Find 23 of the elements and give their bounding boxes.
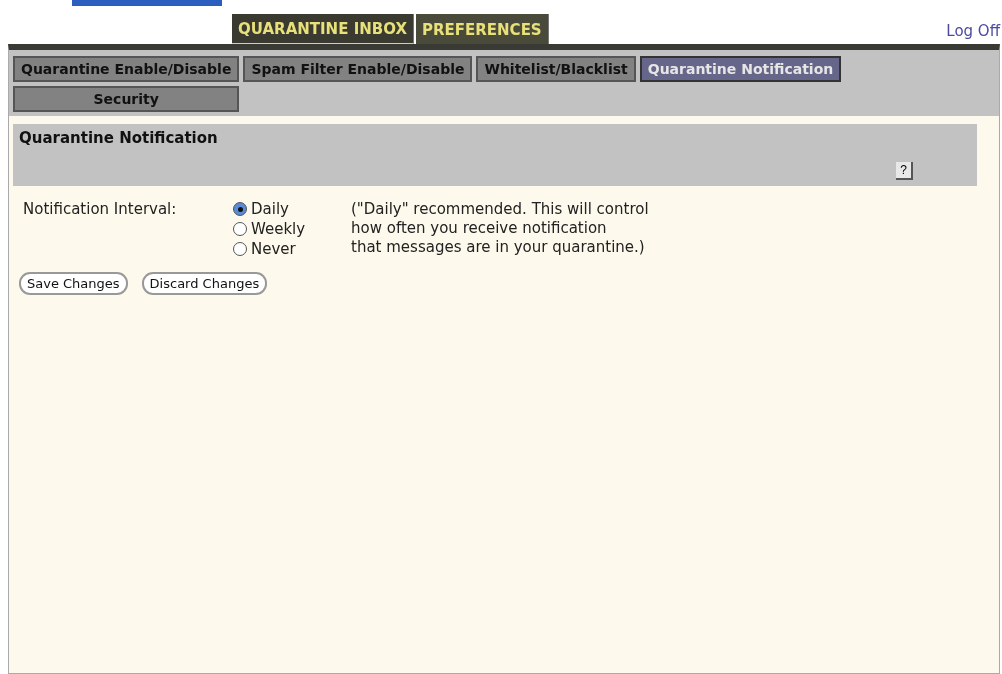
option-label: Weekly xyxy=(251,220,306,238)
radio-button[interactable] xyxy=(233,202,247,216)
hint-text: ("Daily" recommended. This will control how often you receive notification that messages are in your quarantine.) xyxy=(351,200,649,258)
field-label: Notification Interval: xyxy=(23,200,178,220)
radio-option[interactable]: Weekly xyxy=(233,220,351,238)
log-off-link[interactable]: Log Off xyxy=(946,22,1000,40)
option-label: Daily xyxy=(251,200,289,218)
settings-tab[interactable]: Quarantine Notification xyxy=(639,56,842,82)
action-button[interactable]: Discard Changes xyxy=(141,272,268,295)
action-button[interactable]: Save Changes xyxy=(19,272,128,295)
radio-button[interactable] xyxy=(233,242,247,256)
radio-option[interactable]: Never xyxy=(233,240,351,258)
radio-button[interactable] xyxy=(233,222,247,236)
settings-tab[interactable]: Quarantine Enable/Disable xyxy=(13,56,240,82)
settings-tab[interactable]: Whitelist/Blacklist xyxy=(476,56,636,82)
nav-tab[interactable]: PREFERENCES xyxy=(416,14,549,44)
section-title: Quarantine Notification xyxy=(19,129,218,147)
option-label: Never xyxy=(251,240,296,258)
settings-tab[interactable]: Spam Filter Enable/Disable xyxy=(243,56,473,82)
settings-tab[interactable]: Security xyxy=(13,86,240,112)
radio-option[interactable]: Daily xyxy=(233,200,351,218)
nav-tab[interactable]: QUARANTINE INBOX xyxy=(232,14,414,44)
help-button[interactable]: ? xyxy=(896,162,913,180)
